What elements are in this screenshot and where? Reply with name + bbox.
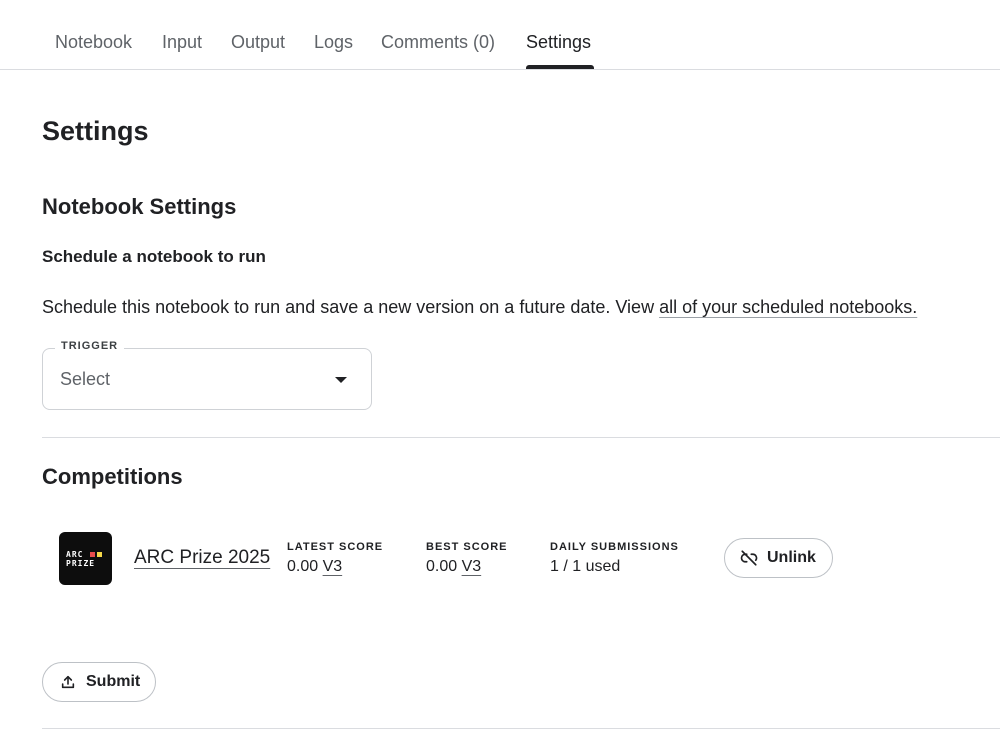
unlink-label: Unlink	[767, 549, 816, 566]
schedule-description-text: Schedule this notebook to run and save a…	[42, 297, 660, 317]
latest-score-number: 0.00	[287, 558, 319, 575]
competitions-heading: Competitions	[42, 464, 183, 489]
daily-submissions-value: 1 / 1 used	[550, 558, 621, 575]
dropdown-caret-icon	[335, 377, 347, 383]
arc-prize-logo: ARC PRIZE	[59, 532, 112, 585]
unlink-button[interactable]: Unlink	[724, 538, 833, 578]
latest-score-label: LATEST SCORE	[287, 541, 384, 553]
latest-score-version-link[interactable]: V3	[323, 558, 343, 575]
latest-score-value: 0.00 V3	[287, 558, 342, 576]
logo-square-yellow	[97, 552, 102, 557]
best-score-number: 0.00	[426, 558, 458, 575]
active-tab-indicator	[526, 65, 594, 69]
upload-icon	[60, 674, 76, 690]
tab-bar: Notebook Input Output Logs Comments (0) …	[0, 0, 1000, 70]
bottom-divider	[42, 728, 1000, 729]
logo-text-line-1: ARC	[66, 550, 84, 559]
tab-input[interactable]: Input	[162, 32, 202, 53]
submit-label: Submit	[86, 673, 141, 690]
trigger-select[interactable]: TRIGGER Select	[42, 340, 372, 410]
logo-square-red	[90, 552, 95, 557]
submit-button[interactable]: Submit	[42, 662, 156, 702]
schedule-heading: Schedule a notebook to run	[42, 247, 266, 266]
scheduled-notebooks-link[interactable]: all of your scheduled notebooks.	[659, 297, 917, 317]
trigger-value: Select	[60, 369, 111, 389]
schedule-description: Schedule this notebook to run and save a…	[42, 297, 917, 318]
tab-comments[interactable]: Comments (0)	[381, 32, 495, 53]
best-score-label: BEST SCORE	[426, 541, 508, 553]
section-divider	[42, 437, 1000, 438]
unlink-icon	[740, 549, 758, 567]
best-score-value: 0.00 V3	[426, 558, 481, 576]
competition-name-link[interactable]: ARC Prize 2025	[134, 547, 270, 569]
logo-text-line-2: PRIZE	[66, 559, 96, 568]
tab-logs[interactable]: Logs	[314, 32, 353, 53]
page-title: Settings	[42, 116, 149, 146]
tab-notebook[interactable]: Notebook	[55, 32, 132, 53]
daily-submissions-label: DAILY SUBMISSIONS	[550, 541, 679, 553]
tab-output[interactable]: Output	[231, 32, 285, 53]
tab-settings[interactable]: Settings	[526, 32, 591, 53]
notebook-settings-heading: Notebook Settings	[42, 194, 237, 219]
trigger-label: TRIGGER	[55, 340, 125, 352]
best-score-version-link[interactable]: V3	[462, 558, 482, 575]
